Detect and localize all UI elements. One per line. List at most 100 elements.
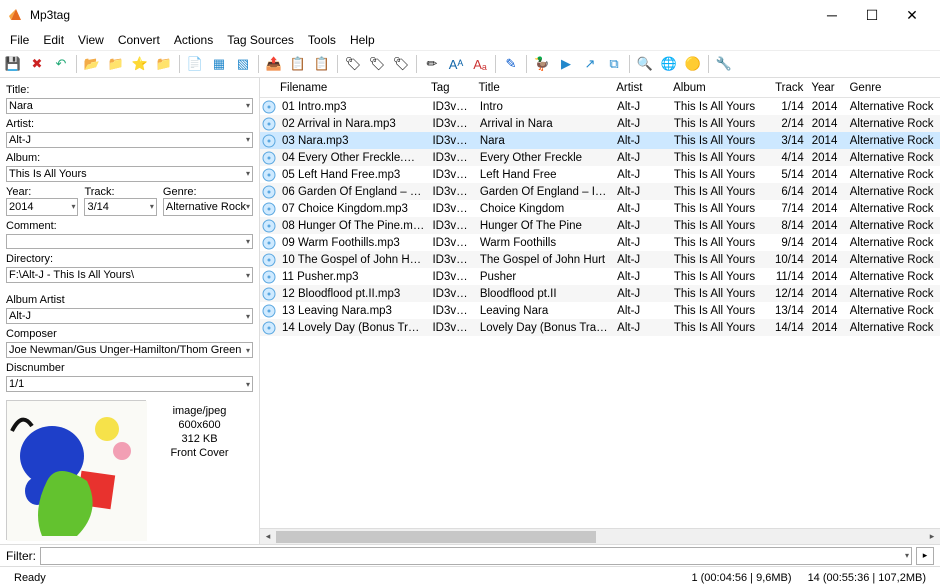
scroll-right-icon[interactable]: ▸: [924, 529, 940, 545]
delete-icon[interactable]: ✖: [26, 53, 48, 75]
menu-actions[interactable]: Actions: [168, 31, 219, 49]
action-quick-icon[interactable]: 🦆: [531, 53, 553, 75]
filename-to-tag-icon[interactable]: 🏷: [342, 53, 364, 75]
cell-album: This Is All Yours: [670, 118, 770, 130]
album-field[interactable]: This Is All Yours▾: [6, 166, 253, 182]
action-run-icon[interactable]: ▶: [555, 53, 577, 75]
grid-body: 01 Intro.mp3ID3v2.4IntroAlt-JThis Is All…: [260, 98, 940, 528]
main-area: Title: Nara▾ Artist: Alt-J▾ Album: This …: [0, 78, 940, 544]
cell-artist: Alt-J: [613, 101, 670, 113]
scroll-thumb[interactable]: [276, 531, 596, 543]
playlist-icon[interactable]: 📄: [184, 53, 206, 75]
cover-art[interactable]: [6, 400, 146, 540]
folder-play-icon[interactable]: 📁: [153, 53, 175, 75]
col-album[interactable]: Album: [669, 82, 769, 94]
menu-convert[interactable]: Convert: [112, 31, 166, 49]
undo-icon[interactable]: ↶: [50, 53, 72, 75]
audio-file-icon: [262, 321, 276, 335]
edit-icon[interactable]: ✎: [500, 53, 522, 75]
col-tag[interactable]: Tag: [427, 82, 475, 94]
table-row[interactable]: 10 The Gospel of John Hurt...ID3v2.4The …: [260, 251, 940, 268]
copy-icon[interactable]: 📋: [287, 53, 309, 75]
grid-header[interactable]: Filename Tag Title Artist Album Track Ye…: [260, 78, 940, 98]
save-icon[interactable]: 💾: [2, 53, 24, 75]
horizontal-scrollbar[interactable]: ◂ ▸: [260, 528, 940, 544]
paste-icon[interactable]: 📋: [311, 53, 333, 75]
table-row[interactable]: 14 Lovely Day (Bonus Track)...ID3v2.4Lov…: [260, 319, 940, 336]
album-artist-field[interactable]: Alt-J▾: [6, 308, 253, 324]
col-year[interactable]: Year: [807, 82, 845, 94]
table-row[interactable]: 06 Garden Of England – Int...ID3v2.4Gard…: [260, 183, 940, 200]
menu-view[interactable]: View: [72, 31, 110, 49]
table-row[interactable]: 05 Left Hand Free.mp3ID3v2.4Left Hand Fr…: [260, 166, 940, 183]
menu-tag-sources[interactable]: Tag Sources: [221, 31, 300, 49]
scroll-left-icon[interactable]: ◂: [260, 529, 276, 545]
filter-input[interactable]: ▾: [40, 547, 912, 565]
col-artist[interactable]: Artist: [612, 82, 669, 94]
table-row[interactable]: 07 Choice Kingdom.mp3ID3v2.4Choice Kingd…: [260, 200, 940, 217]
directory-field[interactable]: F:\Alt-J - This Is All Yours\▾: [6, 267, 253, 283]
rename-folder-icon[interactable]: ✏: [421, 53, 443, 75]
table-row[interactable]: 13 Leaving Nara.mp3ID3v2.4Leaving NaraAl…: [260, 302, 940, 319]
case-upper-icon[interactable]: Aᴬ: [445, 53, 467, 75]
title-field[interactable]: Nara▾: [6, 98, 253, 114]
folder-add-icon[interactable]: 📁: [105, 53, 127, 75]
table-row[interactable]: 09 Warm Foothills.mp3ID3v2.4Warm Foothil…: [260, 234, 940, 251]
menu-file[interactable]: File: [4, 31, 35, 49]
web-icon[interactable]: 🌐: [658, 53, 680, 75]
action-group-icon[interactable]: ⧉: [603, 53, 625, 75]
lookup-icon[interactable]: 🔍: [634, 53, 656, 75]
settings-icon[interactable]: 🔧: [713, 53, 735, 75]
year-field[interactable]: 2014▾: [6, 198, 78, 216]
comment-field[interactable]: ▾: [6, 234, 253, 250]
toolbar-separator: [179, 55, 180, 73]
col-genre[interactable]: Genre: [845, 82, 940, 94]
export-icon[interactable]: 📤: [263, 53, 285, 75]
filter-apply-button[interactable]: ▸: [916, 547, 934, 565]
cell-tag: ID3v2.4: [428, 118, 475, 130]
invert-selection-icon[interactable]: ▧: [232, 53, 254, 75]
case-lower-icon[interactable]: Aₐ: [469, 53, 491, 75]
cover-icon[interactable]: 🟡: [682, 53, 704, 75]
discnumber-field[interactable]: 1/1▾: [6, 376, 253, 392]
table-row[interactable]: 03 Nara.mp3ID3v2.4NaraAlt-JThis Is All Y…: [260, 132, 940, 149]
col-track[interactable]: Track: [769, 82, 807, 94]
cell-track: 13/14: [770, 305, 808, 317]
select-all-icon[interactable]: ▦: [208, 53, 230, 75]
toolbar-separator: [526, 55, 527, 73]
action-export-icon[interactable]: ↗: [579, 53, 601, 75]
tag-to-tag-icon[interactable]: 🏷: [390, 53, 412, 75]
menu-edit[interactable]: Edit: [37, 31, 70, 49]
menu-tools[interactable]: Tools: [302, 31, 342, 49]
maximize-button[interactable]: ☐: [852, 2, 892, 28]
genre-field[interactable]: Alternative Rock▾: [163, 198, 253, 216]
cell-title: Pusher: [476, 271, 613, 283]
scroll-track[interactable]: [276, 529, 924, 545]
table-row[interactable]: 11 Pusher.mp3ID3v2.4PusherAlt-JThis Is A…: [260, 268, 940, 285]
table-row[interactable]: 12 Bloodflood pt.II.mp3ID3v2.4Bloodflood…: [260, 285, 940, 302]
audio-file-icon: [262, 100, 276, 114]
cell-title: Lovely Day (Bonus Track): [476, 322, 613, 334]
cell-tag: ID3v2.4: [428, 254, 475, 266]
toolbar-separator: [708, 55, 709, 73]
menu-help[interactable]: Help: [344, 31, 381, 49]
col-title[interactable]: Title: [474, 82, 612, 94]
folder-open-icon[interactable]: 📂: [81, 53, 103, 75]
folder-star-icon[interactable]: ⭐: [129, 53, 151, 75]
composer-field[interactable]: Joe Newman/Gus Unger-Hamilton/Thom Green…: [6, 342, 253, 358]
audio-file-icon: [262, 304, 276, 318]
close-button[interactable]: ✕: [892, 2, 932, 28]
cell-artist: Alt-J: [613, 305, 670, 317]
table-row[interactable]: 02 Arrival in Nara.mp3ID3v2.4Arrival in …: [260, 115, 940, 132]
tag-to-filename-icon[interactable]: 🏷: [366, 53, 388, 75]
col-filename[interactable]: Filename: [276, 82, 427, 94]
cell-title: Leaving Nara: [476, 305, 613, 317]
cell-album: This Is All Yours: [670, 288, 770, 300]
artist-field[interactable]: Alt-J▾: [6, 132, 253, 148]
cell-filename: 09 Warm Foothills.mp3: [278, 237, 428, 249]
track-field[interactable]: 3/14▾: [84, 198, 156, 216]
table-row[interactable]: 01 Intro.mp3ID3v2.4IntroAlt-JThis Is All…: [260, 98, 940, 115]
minimize-button[interactable]: ─: [812, 2, 852, 28]
table-row[interactable]: 04 Every Other Freckle.mp3ID3v2.4Every O…: [260, 149, 940, 166]
table-row[interactable]: 08 Hunger Of The Pine.mp3ID3v2.4Hunger O…: [260, 217, 940, 234]
